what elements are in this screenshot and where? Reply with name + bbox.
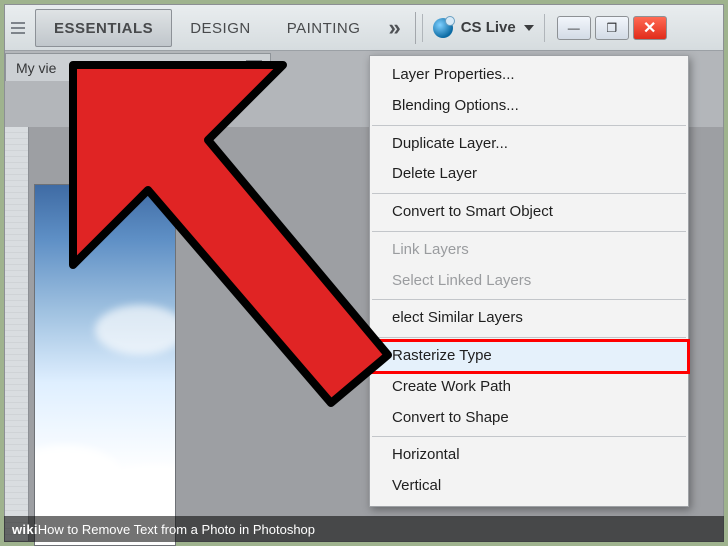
workspace-more-icon[interactable]: »	[378, 9, 408, 47]
document-tab-title-right: ning , RG	[176, 60, 235, 76]
cslive-label: CS Live	[461, 19, 516, 36]
menu-item-convert-smart-object[interactable]: Convert to Smart Object	[370, 197, 688, 228]
menu-separator	[372, 299, 686, 300]
menu-item-link-layers: Link Layers	[370, 235, 688, 266]
menu-item-horizontal[interactable]: Horizontal	[370, 440, 688, 471]
cslive-button[interactable]: CS Live	[422, 14, 545, 42]
close-button[interactable]: ✕	[633, 16, 667, 40]
cslive-icon	[433, 18, 453, 38]
grip-handle[interactable]	[11, 14, 25, 42]
workspace-tab-essentials[interactable]: ESSENTIALS	[35, 9, 172, 47]
menu-separator	[372, 436, 686, 437]
separator	[415, 12, 416, 44]
menu-item-create-work-path[interactable]: Create Work Path	[370, 372, 688, 403]
menu-separator	[372, 125, 686, 126]
document-tab-close-icon[interactable]: ✕	[246, 60, 262, 76]
layer-context-menu: Layer Properties... Blending Options... …	[369, 55, 689, 507]
minimize-button[interactable]: —	[557, 16, 591, 40]
menu-item-convert-to-shape[interactable]: Convert to Shape	[370, 403, 688, 434]
workspace-switcher-bar: ESSENTIALS DESIGN PAINTING » CS Live — ❐…	[5, 5, 723, 51]
menu-item-duplicate-layer[interactable]: Duplicate Layer...	[370, 129, 688, 160]
menu-item-layer-properties[interactable]: Layer Properties...	[370, 60, 688, 91]
menu-item-vertical[interactable]: Vertical	[370, 471, 688, 502]
menu-item-select-linked-layers: Select Linked Layers	[370, 266, 688, 297]
caption-bar: wiki How to Remove Text from a Photo in …	[4, 516, 724, 542]
menu-item-delete-layer[interactable]: Delete Layer	[370, 159, 688, 190]
menu-separator	[372, 337, 686, 338]
app-window: ESSENTIALS DESIGN PAINTING » CS Live — ❐…	[4, 4, 724, 542]
caption-how: How to Remove Text from a Photo in Photo…	[38, 522, 315, 537]
canvas[interactable]	[35, 185, 175, 545]
workspace-tab-painting[interactable]: PAINTING	[269, 10, 379, 46]
document-tab[interactable]: My vie ning , RG ✕	[5, 53, 271, 81]
menu-separator	[372, 193, 686, 194]
menu-item-select-similar-layers[interactable]: elect Similar Layers	[370, 303, 688, 334]
workspace-tab-design[interactable]: DESIGN	[172, 10, 269, 46]
chevron-down-icon	[524, 25, 534, 31]
menu-item-blending-options[interactable]: Blending Options...	[370, 91, 688, 122]
caption-wiki: wiki	[12, 522, 38, 537]
menu-item-rasterize-type[interactable]: Rasterize Type	[370, 341, 688, 372]
menu-separator	[372, 231, 686, 232]
restore-button[interactable]: ❐	[595, 16, 629, 40]
ruler-vertical[interactable]	[5, 127, 29, 541]
workspace-tabs: ESSENTIALS DESIGN PAINTING »	[35, 9, 409, 47]
document-tab-title-left: My vie	[16, 60, 56, 76]
window-controls: — ❐ ✕	[557, 16, 667, 40]
